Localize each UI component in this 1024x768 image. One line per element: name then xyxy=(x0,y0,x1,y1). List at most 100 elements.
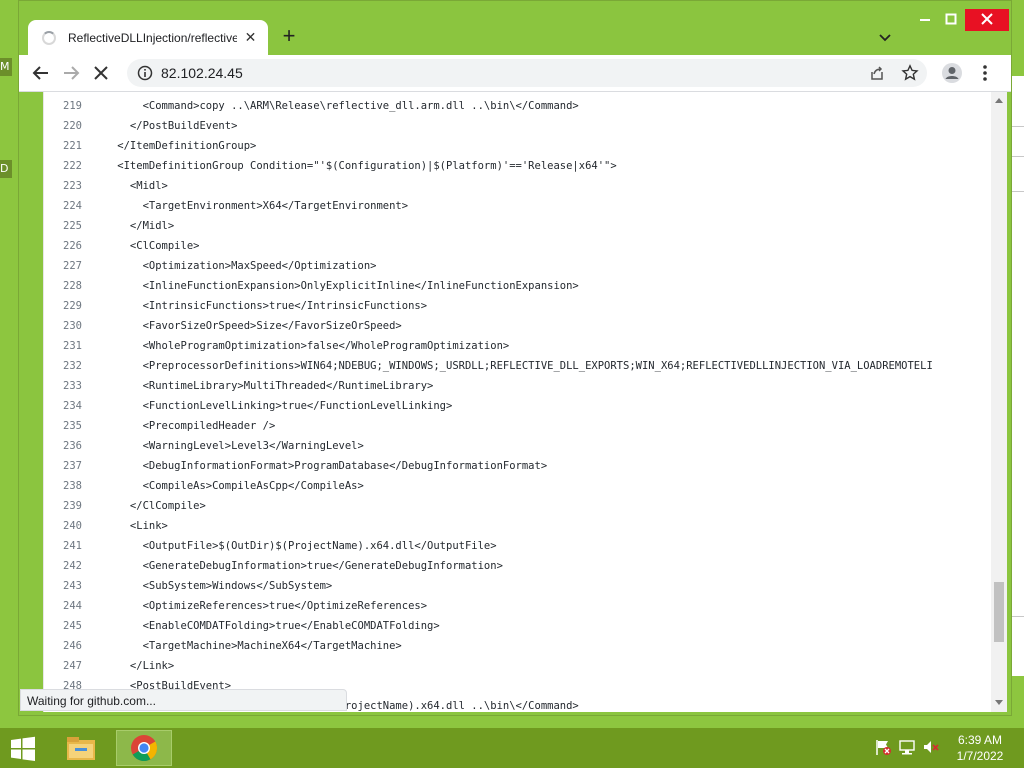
code-line: 245 <EnableCOMDATFolding>true</EnableCOM… xyxy=(44,616,992,636)
line-text: <GenerateDebugInformation>true</Generate… xyxy=(92,560,503,572)
line-text: <PreprocessorDefinitions>WIN64;NDEBUG;_W… xyxy=(92,360,933,372)
line-number[interactable]: 243 xyxy=(44,576,82,596)
line-number[interactable]: 232 xyxy=(44,356,82,376)
line-number[interactable]: 223 xyxy=(44,176,82,196)
line-number[interactable]: 247 xyxy=(44,656,82,676)
line-number[interactable]: 237 xyxy=(44,456,82,476)
clock-date: 1/7/2022 xyxy=(956,749,1004,763)
line-number[interactable]: 226 xyxy=(44,236,82,256)
desktop-icon-sliver[interactable]: D xyxy=(0,160,12,178)
line-text: <Midl> xyxy=(92,180,168,192)
windows-start-icon[interactable] xyxy=(10,736,36,762)
code-line: 223 <Midl> xyxy=(44,176,992,196)
chrome-icon[interactable] xyxy=(116,730,172,766)
vertical-scrollbar[interactable] xyxy=(991,92,1007,712)
code-line: 242 <GenerateDebugInformation>true</Gene… xyxy=(44,556,992,576)
line-number[interactable]: 236 xyxy=(44,436,82,456)
line-number[interactable]: 241 xyxy=(44,536,82,556)
scrollbar-thumb[interactable] xyxy=(994,582,1004,642)
line-number[interactable]: 224 xyxy=(44,196,82,216)
file-explorer-icon[interactable] xyxy=(59,730,103,766)
system-clock[interactable]: 6:39 AM 1/7/2022 xyxy=(948,732,1012,764)
line-number[interactable]: 246 xyxy=(44,636,82,656)
maximize-icon[interactable] xyxy=(937,9,965,31)
volume-muted-icon[interactable] xyxy=(922,738,940,756)
share-icon[interactable] xyxy=(869,65,885,81)
line-number[interactable]: 222 xyxy=(44,156,82,176)
line-number[interactable]: 240 xyxy=(44,516,82,536)
code-line: 222 <ItemDefinitionGroup Condition="'$(C… xyxy=(44,156,992,176)
code-line: 219 <Command>copy ..\ARM\Release\reflect… xyxy=(44,96,992,116)
back-arrow-icon[interactable] xyxy=(27,59,55,87)
profile-avatar-icon[interactable] xyxy=(938,59,966,87)
close-window-icon[interactable] xyxy=(965,9,1009,31)
desktop-icon-sliver[interactable]: M xyxy=(0,58,12,76)
scroll-up-icon[interactable] xyxy=(995,98,1003,103)
line-number[interactable]: 231 xyxy=(44,336,82,356)
menu-kebab-icon[interactable] xyxy=(971,59,999,87)
line-text: </PostBuildEvent> xyxy=(92,120,238,132)
line-number[interactable]: 244 xyxy=(44,596,82,616)
stop-loading-icon[interactable] xyxy=(87,59,115,87)
page-content[interactable]: 219 <Command>copy ..\ARM\Release\reflect… xyxy=(43,92,993,712)
tab-search-chevron-icon[interactable] xyxy=(875,27,895,47)
code-line: 243 <SubSystem>Windows</SubSystem> xyxy=(44,576,992,596)
line-text: </ClCompile> xyxy=(92,500,206,512)
code-line: 239 </ClCompile> xyxy=(44,496,992,516)
line-text: <FavorSizeOrSpeed>Size</FavorSizeOrSpeed… xyxy=(92,320,402,332)
line-text: <SubSystem>Windows</SubSystem> xyxy=(92,580,333,592)
code-line: 234 <FunctionLevelLinking>true</Function… xyxy=(44,396,992,416)
code-line: 236 <WarningLevel>Level3</WarningLevel> xyxy=(44,436,992,456)
code-line: 232 <PreprocessorDefinitions>WIN64;NDEBU… xyxy=(44,356,992,376)
line-number[interactable]: 235 xyxy=(44,416,82,436)
flag-alert-icon[interactable] xyxy=(874,738,892,756)
line-text: <FunctionLevelLinking>true</FunctionLeve… xyxy=(92,400,453,412)
line-text: </Midl> xyxy=(92,220,175,232)
line-number[interactable]: 242 xyxy=(44,556,82,576)
line-text: <ClCompile> xyxy=(92,240,200,252)
code-line: 225 </Midl> xyxy=(44,216,992,236)
browser-toolbar: 82.102.24.45 xyxy=(19,55,1011,92)
line-number[interactable]: 229 xyxy=(44,296,82,316)
url-text[interactable]: 82.102.24.45 xyxy=(161,59,243,87)
line-text: <IntrinsicFunctions>true</IntrinsicFunct… xyxy=(92,300,428,312)
line-number[interactable]: 227 xyxy=(44,256,82,276)
code-line: 237 <DebugInformationFormat>ProgramDatab… xyxy=(44,456,992,476)
line-text: <RuntimeLibrary>MultiThreaded</RuntimeLi… xyxy=(92,380,434,392)
code-line: 240 <Link> xyxy=(44,516,992,536)
forward-arrow-icon[interactable] xyxy=(57,59,85,87)
line-text: <OutputFile>$(OutDir)$(ProjectName).x64.… xyxy=(92,540,497,552)
line-number[interactable]: 228 xyxy=(44,276,82,296)
line-number[interactable]: 221 xyxy=(44,136,82,156)
line-number[interactable]: 233 xyxy=(44,376,82,396)
line-number[interactable]: 230 xyxy=(44,316,82,336)
line-number[interactable]: 239 xyxy=(44,496,82,516)
minimize-icon[interactable] xyxy=(911,9,939,31)
clock-time: 6:39 AM xyxy=(957,733,1003,747)
line-number[interactable]: 238 xyxy=(44,476,82,496)
new-tab-icon[interactable]: + xyxy=(277,25,301,49)
line-number[interactable]: 225 xyxy=(44,216,82,236)
code-line: 233 <RuntimeLibrary>MultiThreaded</Runti… xyxy=(44,376,992,396)
tab-close-icon[interactable]: ✕ xyxy=(243,29,258,46)
code-line: 238 <CompileAs>CompileAsCpp</CompileAs> xyxy=(44,476,992,496)
info-icon[interactable] xyxy=(137,65,153,81)
bookmark-star-icon[interactable] xyxy=(901,64,919,82)
line-number[interactable]: 220 xyxy=(44,116,82,136)
code-line: 228 <InlineFunctionExpansion>OnlyExplici… xyxy=(44,276,992,296)
tab-title: ReflectiveDLLInjection/reflective_ xyxy=(68,30,237,45)
line-number[interactable]: 245 xyxy=(44,616,82,636)
line-text: <Command>copy ..\ARM\Release\reflective_… xyxy=(92,100,579,112)
taskbar: 6:39 AM 1/7/2022 xyxy=(0,728,1024,768)
scroll-down-icon[interactable] xyxy=(995,700,1003,705)
code-line: 241 <OutputFile>$(OutDir)$(ProjectName).… xyxy=(44,536,992,556)
line-text: <CompileAs>CompileAsCpp</CompileAs> xyxy=(92,480,364,492)
network-icon[interactable] xyxy=(898,738,916,756)
address-bar[interactable]: 82.102.24.45 xyxy=(127,59,927,87)
line-number[interactable]: 219 xyxy=(44,96,82,116)
loading-spinner-icon xyxy=(42,30,56,45)
line-number[interactable]: 234 xyxy=(44,396,82,416)
code-listing: 219 <Command>copy ..\ARM\Release\reflect… xyxy=(44,96,992,712)
line-text: <WarningLevel>Level3</WarningLevel> xyxy=(92,440,364,452)
browser-tab[interactable]: ReflectiveDLLInjection/reflective_ ✕ xyxy=(28,20,268,55)
